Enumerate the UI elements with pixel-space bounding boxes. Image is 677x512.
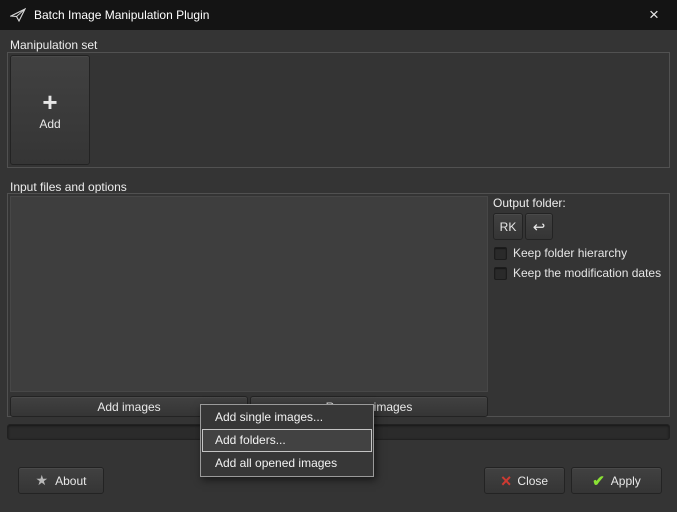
close-label: Close [517, 473, 549, 488]
about-label: About [55, 473, 87, 488]
menu-item-add-all-opened-images[interactable]: Add all opened images [202, 452, 372, 475]
undo-icon: ↩ [532, 218, 546, 236]
keep-modification-dates-checkbox [494, 266, 507, 280]
output-folder-button[interactable]: RK [493, 213, 523, 240]
input-files-list[interactable] [10, 196, 488, 392]
window-title: Batch Image Manipulation Plugin [34, 8, 210, 22]
keep-folder-hierarchy-label: Keep folder hierarchy [513, 246, 628, 260]
bimp-window: Batch Image Manipulation Plugin × Manipu… [0, 0, 677, 512]
apply-label: Apply [610, 473, 641, 488]
apply-button[interactable]: ✔ Apply [571, 467, 662, 494]
keep-modification-dates-label: Keep the modification dates [513, 266, 662, 280]
output-folder-label: Output folder: [493, 196, 566, 210]
menu-item-add-single-images[interactable]: Add single images... [202, 406, 372, 429]
manipulation-set-label: Manipulation set [10, 38, 98, 52]
manipulation-set-frame [7, 52, 670, 168]
star-icon: ★ [35, 472, 49, 488]
keep-folder-hierarchy-checkbox-row[interactable]: Keep folder hierarchy [494, 246, 627, 260]
app-icon [9, 7, 26, 24]
add-images-context-menu: Add single images... Add folders... Add … [200, 404, 374, 477]
output-folder-button-label: RK [499, 219, 517, 234]
titlebar-close-button[interactable]: × [631, 0, 677, 30]
keep-folder-hierarchy-checkbox [494, 246, 507, 260]
add-images-label: Add images [97, 399, 161, 414]
menu-item-add-folders[interactable]: Add folders... [202, 429, 372, 452]
close-button[interactable]: × Close [484, 467, 565, 494]
check-icon: ✔ [592, 472, 605, 490]
input-files-label: Input files and options [10, 180, 127, 194]
about-button[interactable]: ★ About [18, 467, 104, 494]
close-icon: × [500, 470, 512, 491]
add-manipulation-button[interactable]: + Add [10, 55, 90, 165]
add-manipulation-label: Add [39, 116, 61, 131]
titlebar: Batch Image Manipulation Plugin × [0, 0, 677, 30]
plus-icon: + [42, 86, 58, 117]
reset-output-folder-button[interactable]: ↩ [525, 213, 553, 240]
keep-modification-dates-checkbox-row[interactable]: Keep the modification dates [494, 266, 661, 280]
